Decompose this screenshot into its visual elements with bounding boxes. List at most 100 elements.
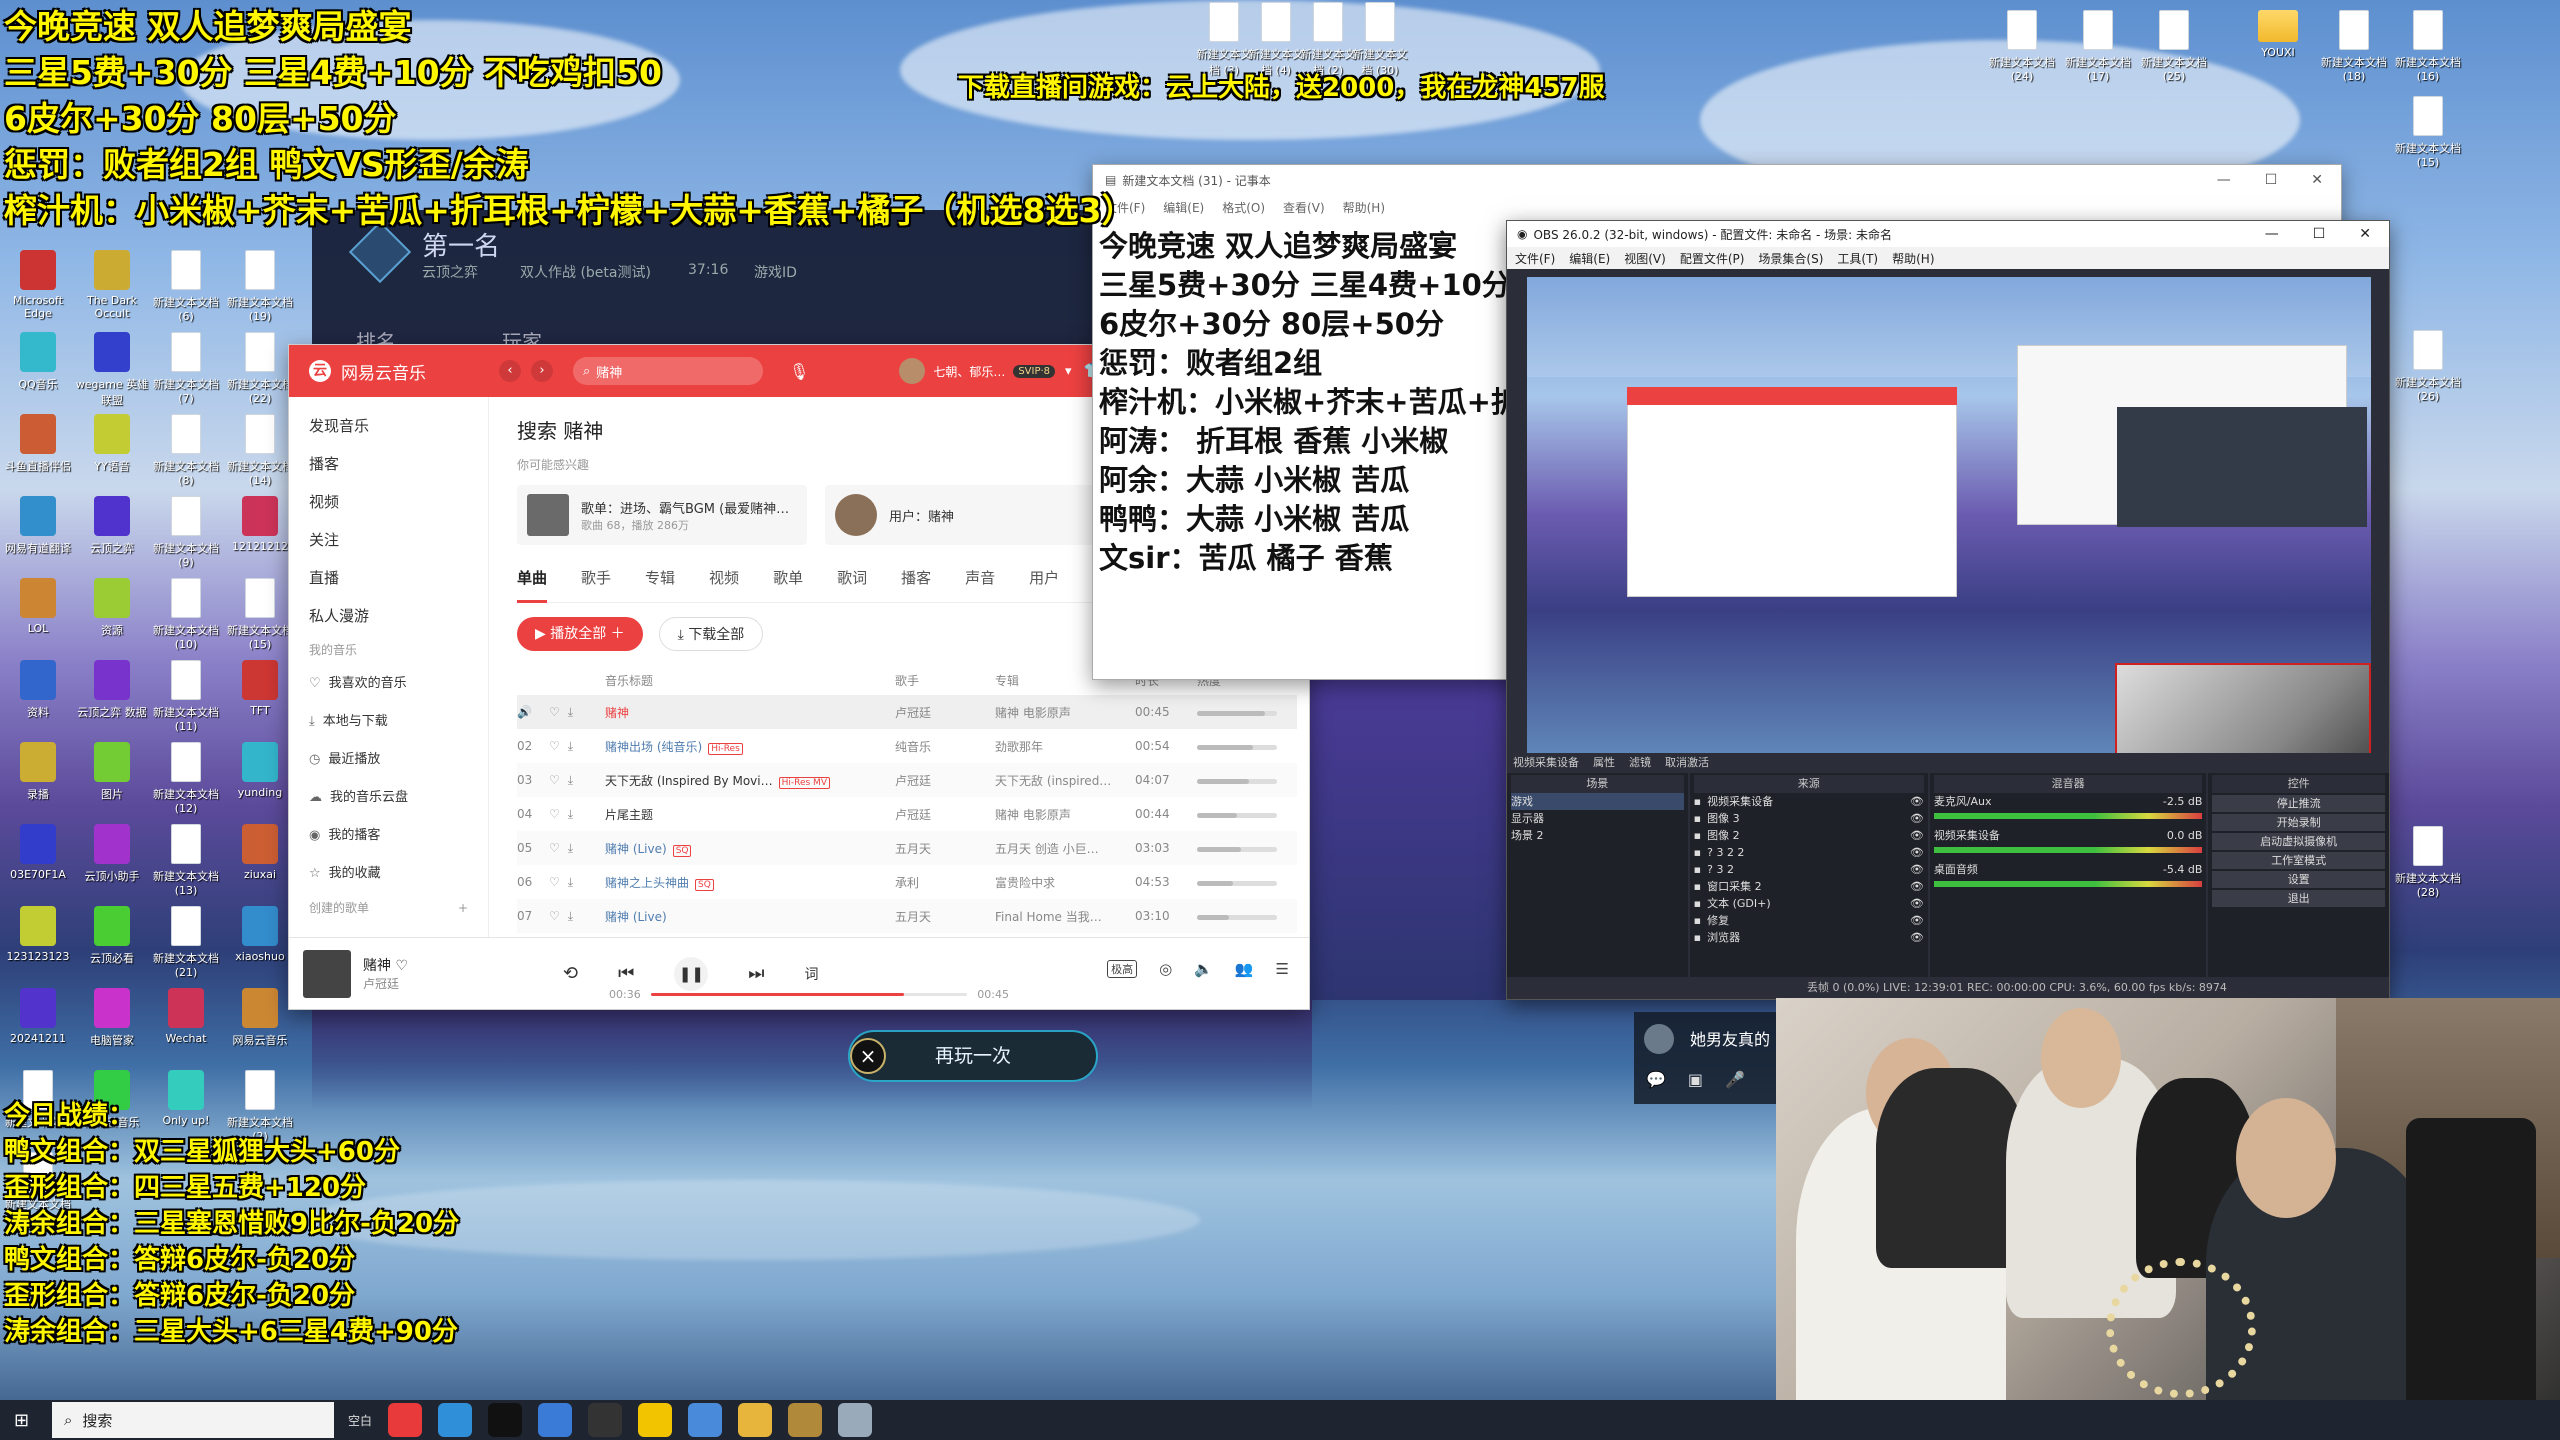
yy-taskbar-icon[interactable] [638, 1403, 673, 1437]
obs-window[interactable]: ◉ OBS 26.0.2 (32-bit, windows) - 配置文件: 未… [1506, 220, 2390, 1000]
eye-icon[interactable]: 👁 [1910, 844, 1924, 861]
obs-preview[interactable] [1527, 277, 2371, 753]
now-playing-title[interactable]: 赌神 [363, 958, 391, 974]
notepad-menu-item[interactable]: 帮助(H) [1343, 199, 1385, 216]
minimize-icon[interactable]: — [2217, 172, 2231, 188]
song-title[interactable]: 赌神 (Live) [605, 842, 667, 856]
desktop-icon[interactable]: YY语音 [74, 414, 150, 474]
sidebar-item[interactable]: 播客 [289, 445, 488, 483]
song-artist[interactable]: 五月天 [895, 899, 995, 933]
suggest-user-card[interactable]: 用户：赌神 [825, 485, 1115, 545]
lol-taskbar-icon[interactable] [788, 1403, 823, 1437]
qq-taskbar-icon[interactable] [488, 1403, 523, 1437]
desktop-icon[interactable]: 新建文本文档 (15) [222, 578, 298, 651]
avatar[interactable] [899, 358, 926, 384]
maximize-icon[interactable]: ☐ [2265, 172, 2278, 188]
obs-scene-item[interactable]: 场景 2 [1511, 827, 1684, 844]
download-icon[interactable]: ⤓ [568, 739, 573, 753]
search-tab[interactable]: 专辑 [645, 567, 675, 602]
notepad-menu-item[interactable]: 查看(V) [1283, 199, 1325, 216]
desktop-icon[interactable]: 新建文本文档 (7) [148, 332, 224, 405]
desktop-icon[interactable]: 新建文本文档 (17) [2060, 10, 2136, 83]
heart-icon[interactable]: ♡ [549, 841, 560, 855]
song-title[interactable]: 赌神 (Live) [605, 910, 667, 924]
obs-source-bar-item[interactable]: 取消激活 [1665, 754, 1709, 770]
desktop-icon[interactable]: 网易云音乐 [222, 988, 298, 1048]
progress-bar[interactable] [650, 993, 968, 996]
desktop-icon[interactable]: QQ音乐 [0, 332, 76, 392]
eye-icon[interactable]: 👁 [1910, 810, 1924, 827]
my-music-item[interactable]: ◷ 最近播放 [289, 741, 488, 779]
voice-search-icon[interactable]: 🎙 [789, 362, 809, 381]
play-all-button[interactable]: ▶ 播放全部 ＋ [517, 617, 643, 651]
desktop-icon[interactable]: TFT [222, 660, 298, 717]
next-icon[interactable]: ⏭ [748, 963, 764, 984]
download-icon[interactable]: ⤓ [568, 773, 573, 787]
song-artist[interactable]: 五月天 [895, 831, 995, 865]
song-album[interactable]: 五月天 创造 小巨… [995, 831, 1135, 865]
add-icon[interactable]: + [458, 893, 468, 923]
obs-source-bar-item[interactable]: 滤镜 [1629, 754, 1651, 770]
song-title[interactable]: 天下无敌 (Inspired By Movi… [605, 774, 773, 788]
desktop-icon[interactable]: 资料 [0, 660, 76, 720]
table-row[interactable]: 03 ♡ ⤓ 天下无敌 (Inspired By Movi… Hi-Res MV 卢冠廷天… [517, 763, 1297, 797]
song-title[interactable]: 赌神之上头神曲 [605, 876, 689, 890]
search-tab[interactable]: 视频 [709, 567, 739, 602]
sidebar-item[interactable]: 关注 [289, 521, 488, 559]
eye-icon[interactable]: 👁 [1910, 912, 1924, 929]
obs-menu-item[interactable]: 文件(F) [1515, 250, 1555, 267]
back-icon[interactable]: ‹ [499, 360, 521, 382]
eye-icon[interactable]: 👁 [1910, 793, 1924, 810]
obs-source-item[interactable]: ▪ ? 3 2 2 👁 [1694, 844, 1924, 861]
search-tab[interactable]: 声音 [965, 567, 995, 602]
table-row[interactable]: 07 ♡ ⤓ 赌神 (Live) 五月天 Final Home 当我… 03:10 [517, 899, 1297, 933]
now-playing-cover[interactable] [303, 949, 351, 998]
download-icon[interactable]: ⤓ [568, 875, 573, 889]
desktop-icon[interactable]: 新建文本文档 (28) [2390, 826, 2466, 899]
song-artist[interactable]: 卢冠廷 [895, 763, 995, 797]
volume-meter[interactable] [1933, 881, 2203, 887]
table-row[interactable]: 02 ♡ ⤓ 赌神出场 (纯音乐) Hi-Res 纯音乐 劲歌那年 00:54 [517, 729, 1297, 763]
gift-icon[interactable]: ▣ [1688, 1070, 1703, 1089]
desktop-icon[interactable]: YOUXI [2240, 10, 2316, 59]
chevron-down-icon[interactable]: ▾ [1065, 364, 1072, 379]
obs-source-item[interactable]: ▪ 浏览器 👁 [1694, 929, 1924, 946]
search-tab[interactable]: 歌手 [581, 567, 611, 602]
desktop-icon[interactable]: 新建文本文档 (6) [148, 250, 224, 323]
my-music-item[interactable]: ☆ 我的收藏 [289, 855, 488, 893]
song-album[interactable]: 天下无敌 (inspired… [995, 763, 1135, 797]
obs-menu-item[interactable]: 编辑(E) [1569, 250, 1610, 267]
desktop-icon[interactable]: 云顶之弈 [74, 496, 150, 556]
eye-icon[interactable]: 👁 [1910, 929, 1924, 946]
my-music-item[interactable]: ☁ 我的音乐云盘 [289, 779, 488, 817]
obs-source-item[interactable]: ▪ 图像 2 👁 [1694, 827, 1924, 844]
desktop-icon[interactable]: LOL [0, 578, 76, 635]
desktop-icon[interactable]: 新建文本文档 (4) [1246, 2, 1306, 78]
obs-control-button[interactable]: 设置 [2212, 871, 2386, 888]
now-playing-artist[interactable]: 卢冠廷 [363, 975, 503, 992]
close-icon[interactable]: ✕ [2359, 226, 2371, 242]
search-tab[interactable]: 单曲 [517, 567, 548, 603]
my-music-item[interactable]: ♡ 我喜欢的音乐 [289, 665, 488, 703]
song-artist[interactable]: 纯音乐 [895, 729, 995, 763]
search-tab[interactable]: 用户 [1029, 567, 1059, 602]
desktop-icon[interactable]: Microsoft Edge [0, 250, 76, 320]
obs-taskbar-icon[interactable] [588, 1403, 623, 1437]
desktop-icon[interactable]: 新建文本文档 (3) [1194, 2, 1254, 78]
heart-icon[interactable]: ♡ [549, 705, 560, 719]
song-album[interactable]: 富贵险中求 [995, 865, 1135, 899]
desktop-icon[interactable]: 图片 [74, 742, 150, 802]
pause-icon[interactable]: ❚❚ [674, 956, 709, 991]
maximize-icon[interactable]: ☐ [2313, 226, 2326, 242]
forward-icon[interactable]: › [531, 360, 553, 382]
obs-control-button[interactable]: 工作室模式 [2212, 852, 2386, 869]
song-artist[interactable]: 卢冠廷 [895, 797, 995, 831]
desktop-icon[interactable]: 网易有道翻译 [0, 496, 76, 556]
search-tab[interactable]: 歌单 [773, 567, 803, 602]
heart-icon[interactable]: ♡ [549, 875, 560, 889]
obs-source-item[interactable]: ▪ 图像 3 👁 [1694, 810, 1924, 827]
obs-source-item[interactable]: ▪ 修复 👁 [1694, 912, 1924, 929]
chat-icon[interactable]: 💬 [1646, 1070, 1666, 1089]
desktop-icon[interactable]: 新建文本文档 (12) [148, 742, 224, 815]
desktop-icon[interactable]: 新建文本文档 (21) [148, 906, 224, 979]
